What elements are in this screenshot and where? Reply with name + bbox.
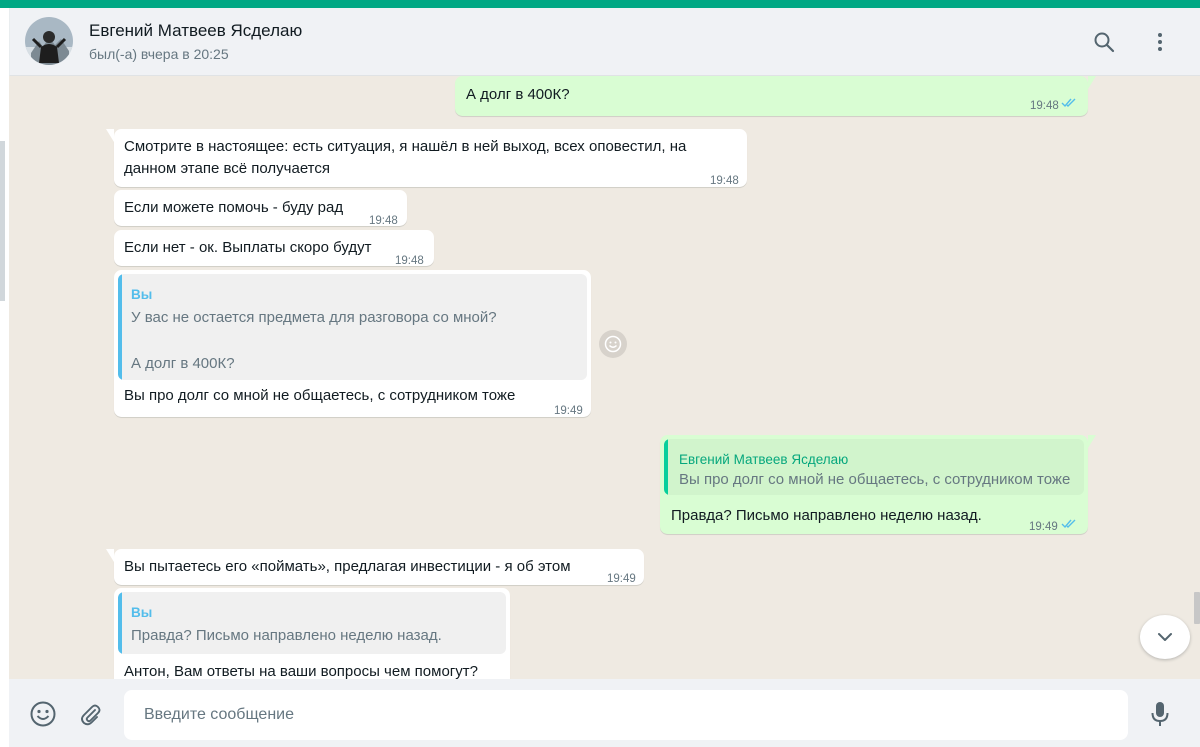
quote-text-line-2: А долг в 400К?: [131, 355, 235, 372]
quote-text: Вы про долг со мной не общаетесь, с сотр…: [679, 471, 1071, 488]
message-incoming[interactable]: Если можете помочь - буду рад 19:48: [114, 190, 407, 227]
message-list[interactable]: А долг в 400К? 19:48 Смотрите в настояще…: [9, 76, 1200, 679]
attach-button[interactable]: [70, 694, 110, 734]
message-text: Вы пытаетесь его «поймать», предлагая ин…: [124, 558, 571, 575]
last-seen-status: был(-а) вчера в 20:25: [89, 46, 229, 62]
contact-name[interactable]: Евгений Матвеев Ясделаю: [89, 21, 302, 41]
menu-icon: [1158, 33, 1162, 51]
message-time: 19:49: [554, 405, 583, 417]
quote-bar: [664, 439, 668, 495]
read-ticks-icon: [1061, 519, 1076, 529]
scroll-to-bottom-button[interactable]: [1140, 615, 1190, 659]
message-incoming[interactable]: Смотрите в настоящее: есть ситуация, я н…: [106, 129, 747, 187]
attach-icon: [81, 704, 101, 726]
emoji-reaction-button[interactable]: [599, 330, 627, 358]
quote-author: Евгений Матвеев Ясделаю: [679, 452, 849, 467]
emoji-icon: [30, 701, 56, 727]
message-text: Вы про долг со мной не общаетесь, с сотр…: [124, 387, 516, 404]
left-panel-edge: [0, 8, 9, 747]
quote-text-line-1: У вас не остается предмета для разговора…: [131, 309, 497, 326]
message-text: Правда? Письмо направлено неделю назад.: [671, 507, 982, 524]
voice-message-button[interactable]: [1140, 694, 1180, 734]
quote-author: Вы: [131, 605, 153, 620]
search-icon: [1094, 32, 1115, 53]
message-text: Если нет - ок. Выплаты скоро будут: [124, 239, 372, 256]
message-input-wrapper: [124, 690, 1128, 740]
quote-bar: [118, 274, 122, 380]
message-text: Антон, Вам ответы на ваши вопросы чем по…: [124, 663, 478, 679]
message-text: Если можете помочь - буду рад: [124, 199, 344, 216]
menu-button[interactable]: [1140, 22, 1180, 62]
message-incoming[interactable]: Если нет - ок. Выплаты скоро будут 19:48: [114, 230, 434, 267]
message-outgoing-reply[interactable]: Евгений Матвеев Ясделаю Вы про долг со м…: [660, 435, 1096, 534]
message-incoming-reply[interactable]: Вы Правда? Письмо направлено неделю наза…: [114, 588, 510, 679]
quoted-message[interactable]: Вы Правда? Письмо направлено неделю наза…: [118, 592, 506, 654]
mic-icon: [1151, 702, 1169, 726]
quote-author: Вы: [131, 287, 153, 302]
quoted-message[interactable]: Вы У вас не остается предмета для разгов…: [118, 274, 587, 380]
quote-text: Правда? Письмо направлено неделю назад.: [131, 627, 442, 644]
message-time: 19:48: [369, 215, 398, 227]
top-accent-bar: [0, 0, 1200, 8]
message-text-line-2: данном этапе всё получается: [124, 160, 331, 177]
avatar-photo: [25, 17, 73, 65]
chat-header: Евгений Матвеев Ясделаю был(-а) вчера в …: [9, 8, 1200, 76]
message-time: 19:48: [1030, 100, 1059, 112]
message-text: А долг в 400К?: [466, 86, 570, 103]
message-time: 19:49: [1029, 521, 1058, 533]
avatar[interactable]: [25, 17, 73, 65]
read-ticks-icon: [1061, 98, 1076, 108]
left-panel-scroll-mark: [0, 141, 5, 301]
message-incoming[interactable]: Вы пытаетесь его «поймать», предлагая ин…: [106, 549, 644, 585]
message-time: 19:49: [607, 573, 636, 585]
emoji-button[interactable]: [23, 694, 63, 734]
message-time: 19:48: [710, 175, 739, 187]
message-outgoing[interactable]: А долг в 400К? 19:48: [455, 76, 1096, 116]
message-text-line-1: Смотрите в настоящее: есть ситуация, я н…: [124, 138, 687, 155]
message-time: 19:48: [395, 255, 424, 267]
quoted-message[interactable]: Евгений Матвеев Ясделаю Вы про долг со м…: [664, 439, 1084, 495]
emoji-reaction-icon: [604, 335, 622, 353]
quote-bar: [118, 592, 122, 654]
chat-scrollbar[interactable]: [1194, 592, 1200, 624]
chevron-down-icon: [1158, 633, 1172, 641]
composer-bar: [9, 679, 1200, 747]
search-button[interactable]: [1084, 22, 1124, 62]
message-input[interactable]: [124, 690, 1128, 740]
message-incoming-reply[interactable]: Вы У вас не остается предмета для разгов…: [114, 270, 591, 417]
